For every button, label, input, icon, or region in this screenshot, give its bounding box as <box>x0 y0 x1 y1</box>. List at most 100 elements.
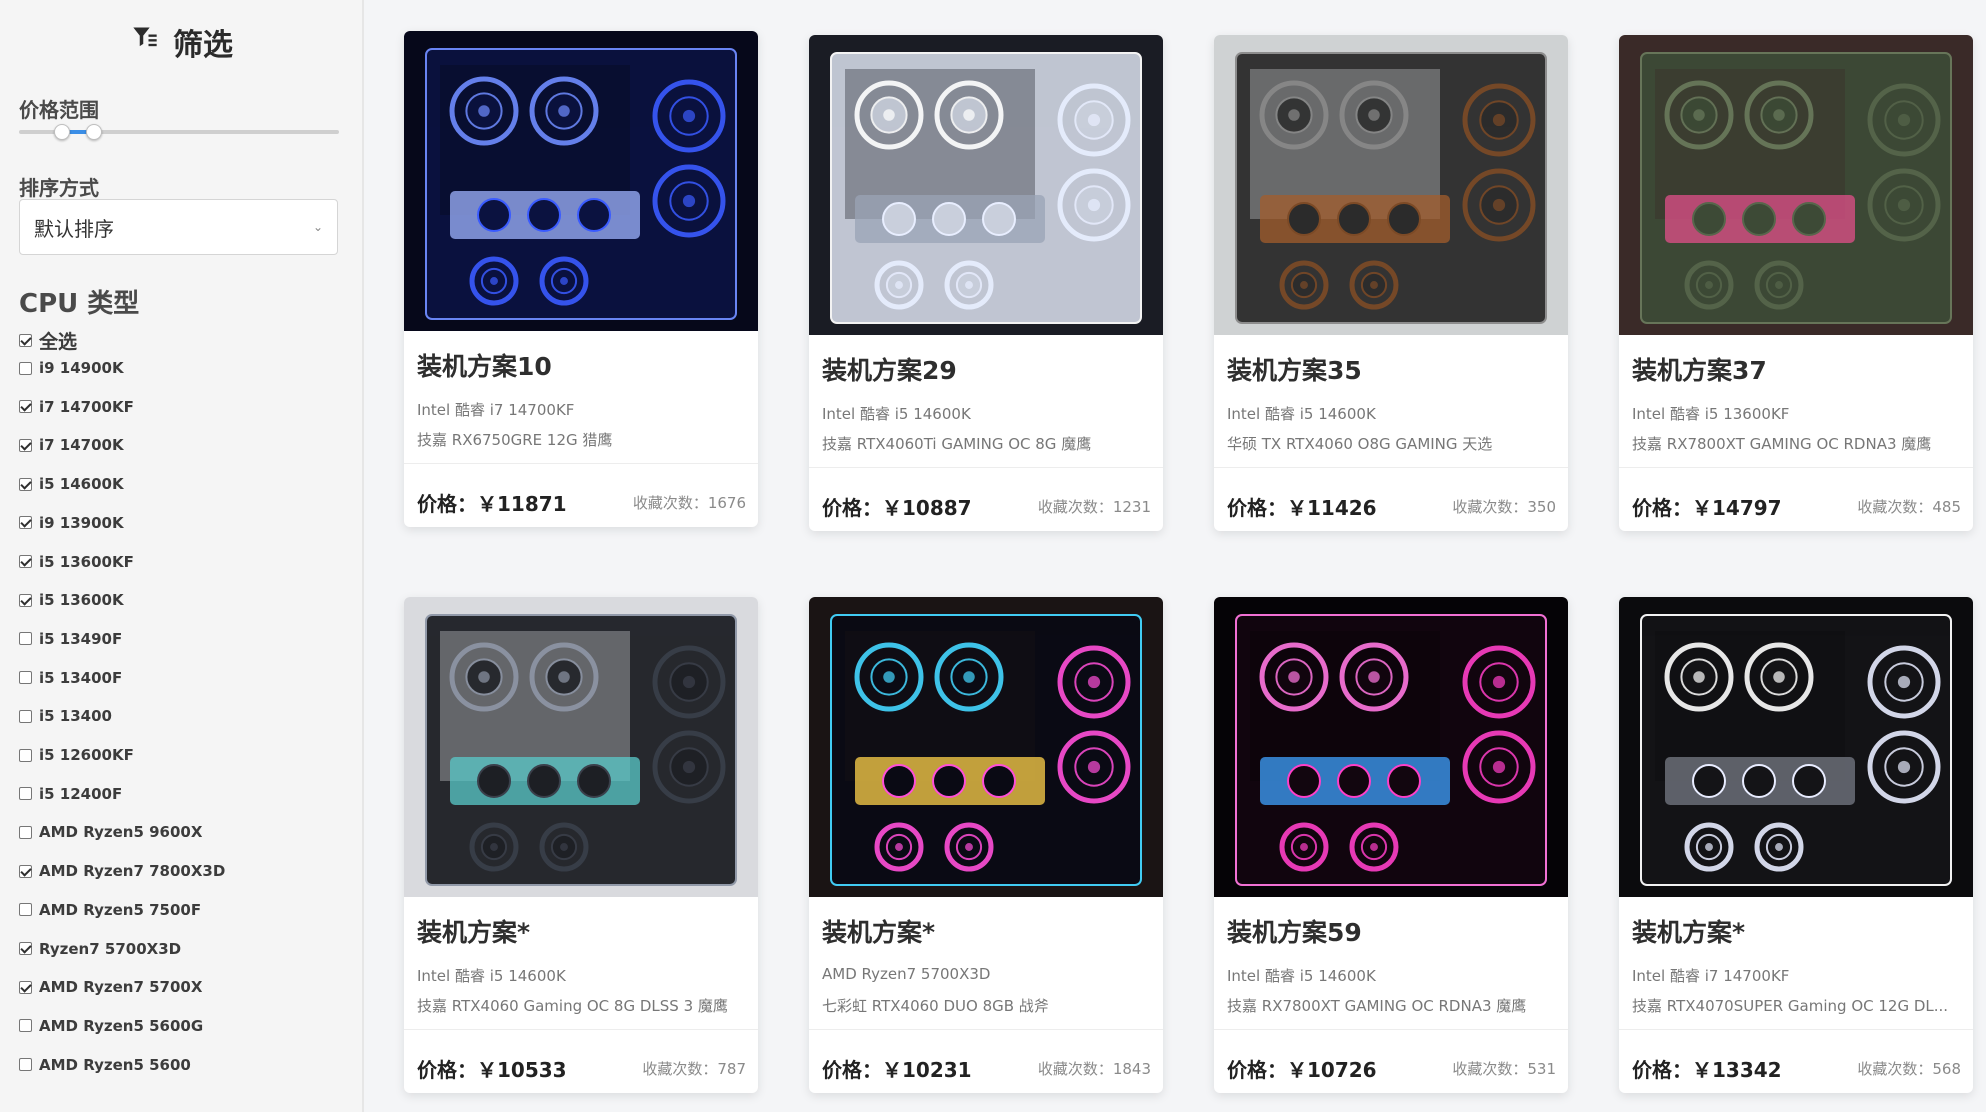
build-card[interactable]: 装机方案* AMD Ryzen7 5700X3D 七彩虹 RTX4060 DUO… <box>809 597 1163 1093</box>
build-gpu: 华硕 TX RTX4060 O8G GAMING 天选 <box>1227 435 1493 453</box>
build-image[interactable] <box>1619 597 1973 897</box>
checkbox[interactable] <box>19 477 32 491</box>
build-title[interactable]: 装机方案35 <box>1227 351 1362 387</box>
card-divider <box>1214 1029 1568 1030</box>
build-title[interactable]: 装机方案* <box>822 913 935 949</box>
cpu-option-label: i5 13600KF <box>39 552 134 571</box>
sort-select[interactable]: 默认排序 ⌄ <box>19 199 338 255</box>
build-title[interactable]: 装机方案37 <box>1632 351 1767 387</box>
favorite-count: 收藏次数：787 <box>642 1060 746 1078</box>
checkbox[interactable] <box>19 942 32 955</box>
build-image[interactable] <box>1619 35 1973 335</box>
checkbox[interactable] <box>19 632 32 646</box>
build-card[interactable]: 装机方案29 Intel 酷睿 i5 14600K 技嘉 RTX4060Ti G… <box>809 35 1163 531</box>
build-cpu: Intel 酷睿 i5 14600K <box>822 405 971 423</box>
favorite-count: 收藏次数：1676 <box>632 494 746 512</box>
build-image[interactable] <box>404 31 758 331</box>
cpu-option[interactable]: i7 14700K <box>19 431 124 459</box>
price-range-label: 价格范围 <box>19 98 99 122</box>
checkbox[interactable] <box>19 748 32 762</box>
cpu-option[interactable]: AMD Ryzen5 7500F <box>19 896 201 924</box>
chevron-down-icon: ⌄ <box>312 220 323 234</box>
filter-title: 筛选 <box>173 28 233 63</box>
build-card[interactable]: 装机方案37 Intel 酷睿 i5 13600KF 技嘉 RX7800XT G… <box>1619 35 1973 531</box>
card-divider <box>1214 467 1568 468</box>
card-divider <box>809 467 1163 468</box>
cpu-option[interactable]: i5 13600KF <box>19 548 134 576</box>
build-cpu: Intel 酷睿 i5 14600K <box>1227 405 1376 423</box>
favorite-count: 收藏次数：568 <box>1857 1060 1961 1078</box>
build-title[interactable]: 装机方案59 <box>1227 913 1362 949</box>
favorite-count: 收藏次数：350 <box>1452 498 1556 516</box>
build-title[interactable]: 装机方案* <box>417 913 530 949</box>
filter-header: 筛选 <box>0 20 364 64</box>
build-price: 价格：￥10231 <box>822 1058 972 1082</box>
checkbox[interactable] <box>19 438 32 452</box>
checkbox[interactable] <box>19 1019 32 1033</box>
build-card[interactable]: 装机方案59 Intel 酷睿 i5 14600K 技嘉 RX7800XT GA… <box>1214 597 1568 1093</box>
build-gpu: 技嘉 RTX4060Ti GAMING OC 8G 魔鹰 <box>822 435 1092 453</box>
build-image[interactable] <box>1214 597 1568 897</box>
build-title[interactable]: 装机方案* <box>1632 913 1745 949</box>
build-price: 价格：￥11426 <box>1227 496 1377 520</box>
price-range-slider[interactable] <box>19 124 339 140</box>
slider-min-handle[interactable] <box>53 124 70 140</box>
build-gpu: 技嘉 RTX4060 Gaming OC 8G DLSS 3 魔鹰 <box>417 997 728 1015</box>
cpu-option-label: i5 12400F <box>39 784 123 803</box>
cpu-option[interactable]: i5 13400F <box>19 664 122 692</box>
build-card[interactable]: 装机方案10 Intel 酷睿 i7 14700KF 技嘉 RX6750GRE … <box>404 31 758 527</box>
build-image[interactable] <box>404 597 758 897</box>
checkbox[interactable] <box>19 980 32 994</box>
cpu-option-label: i5 13400 <box>39 707 112 726</box>
cpu-option-label: i5 13400F <box>39 668 123 687</box>
checkbox[interactable] <box>19 787 32 801</box>
checkbox[interactable] <box>19 333 32 347</box>
build-title[interactable]: 装机方案10 <box>417 347 552 383</box>
checkbox[interactable] <box>19 709 32 723</box>
cpu-option-label: AMD Ryzen5 7500F <box>39 900 202 919</box>
cpu-option[interactable]: AMD Ryzen5 5600 <box>19 1051 191 1079</box>
slider-max-handle[interactable] <box>85 124 102 140</box>
checkbox[interactable] <box>19 361 32 375</box>
cpu-option[interactable]: AMD Ryzen7 5700X <box>19 973 202 1001</box>
cpu-option[interactable]: i5 12400F <box>19 780 122 808</box>
cpu-option[interactable]: AMD Ryzen5 5600G <box>19 1012 203 1040</box>
checkbox[interactable] <box>19 825 32 839</box>
cpu-option[interactable]: i5 13490F <box>19 625 122 653</box>
build-title[interactable]: 装机方案29 <box>822 351 957 387</box>
cpu-type-label: CPU 类型 <box>19 289 140 319</box>
cpu-option[interactable]: i5 14600K <box>19 470 124 498</box>
cpu-option[interactable]: AMD Ryzen7 7800X3D <box>19 857 225 885</box>
card-divider <box>404 1029 758 1030</box>
checkbox[interactable] <box>19 671 32 685</box>
cpu-option[interactable]: i9 13900K <box>19 509 124 537</box>
build-card[interactable]: 装机方案35 Intel 酷睿 i5 14600K 华硕 TX RTX4060 … <box>1214 35 1568 531</box>
cpu-option[interactable]: AMD Ryzen5 9600X <box>19 818 202 846</box>
cpu-option[interactable]: i9 14900K <box>19 354 124 382</box>
build-cpu: Intel 酷睿 i5 14600K <box>417 967 566 985</box>
build-gpu: 技嘉 RTX4070SUPER Gaming OC 12G DL... <box>1632 997 1949 1015</box>
cpu-option[interactable]: i7 14700KF <box>19 393 134 421</box>
cpu-option-label: AMD Ryzen5 5600 <box>39 1055 191 1074</box>
build-image[interactable] <box>1214 35 1568 335</box>
checkbox[interactable] <box>19 903 32 917</box>
build-image[interactable] <box>809 597 1163 897</box>
build-card[interactable]: 装机方案* Intel 酷睿 i7 14700KF 技嘉 RTX4070SUPE… <box>1619 597 1973 1093</box>
checkbox[interactable] <box>19 593 32 607</box>
checkbox[interactable] <box>19 864 32 878</box>
build-price: 价格：￥13342 <box>1632 1058 1782 1082</box>
cpu-option[interactable]: i5 13400 <box>19 702 112 730</box>
cpu-option[interactable]: i5 13600K <box>19 586 124 614</box>
favorite-count: 收藏次数：1231 <box>1037 498 1151 516</box>
build-gpu: 技嘉 RX6750GRE 12G 猎鹰 <box>417 431 613 449</box>
cpu-option[interactable]: i5 12600KF <box>19 741 134 769</box>
checkbox[interactable] <box>19 400 32 414</box>
cpu-option-label: 全选 <box>39 330 78 353</box>
build-card[interactable]: 装机方案* Intel 酷睿 i5 14600K 技嘉 RTX4060 Gami… <box>404 597 758 1093</box>
checkbox[interactable] <box>19 555 32 568</box>
cpu-option[interactable]: Ryzen7 5700X3D <box>19 935 181 963</box>
checkbox[interactable] <box>19 516 32 530</box>
cpu-select-all[interactable]: 全选 <box>19 326 77 354</box>
checkbox[interactable] <box>19 1058 32 1072</box>
build-image[interactable] <box>809 35 1163 335</box>
